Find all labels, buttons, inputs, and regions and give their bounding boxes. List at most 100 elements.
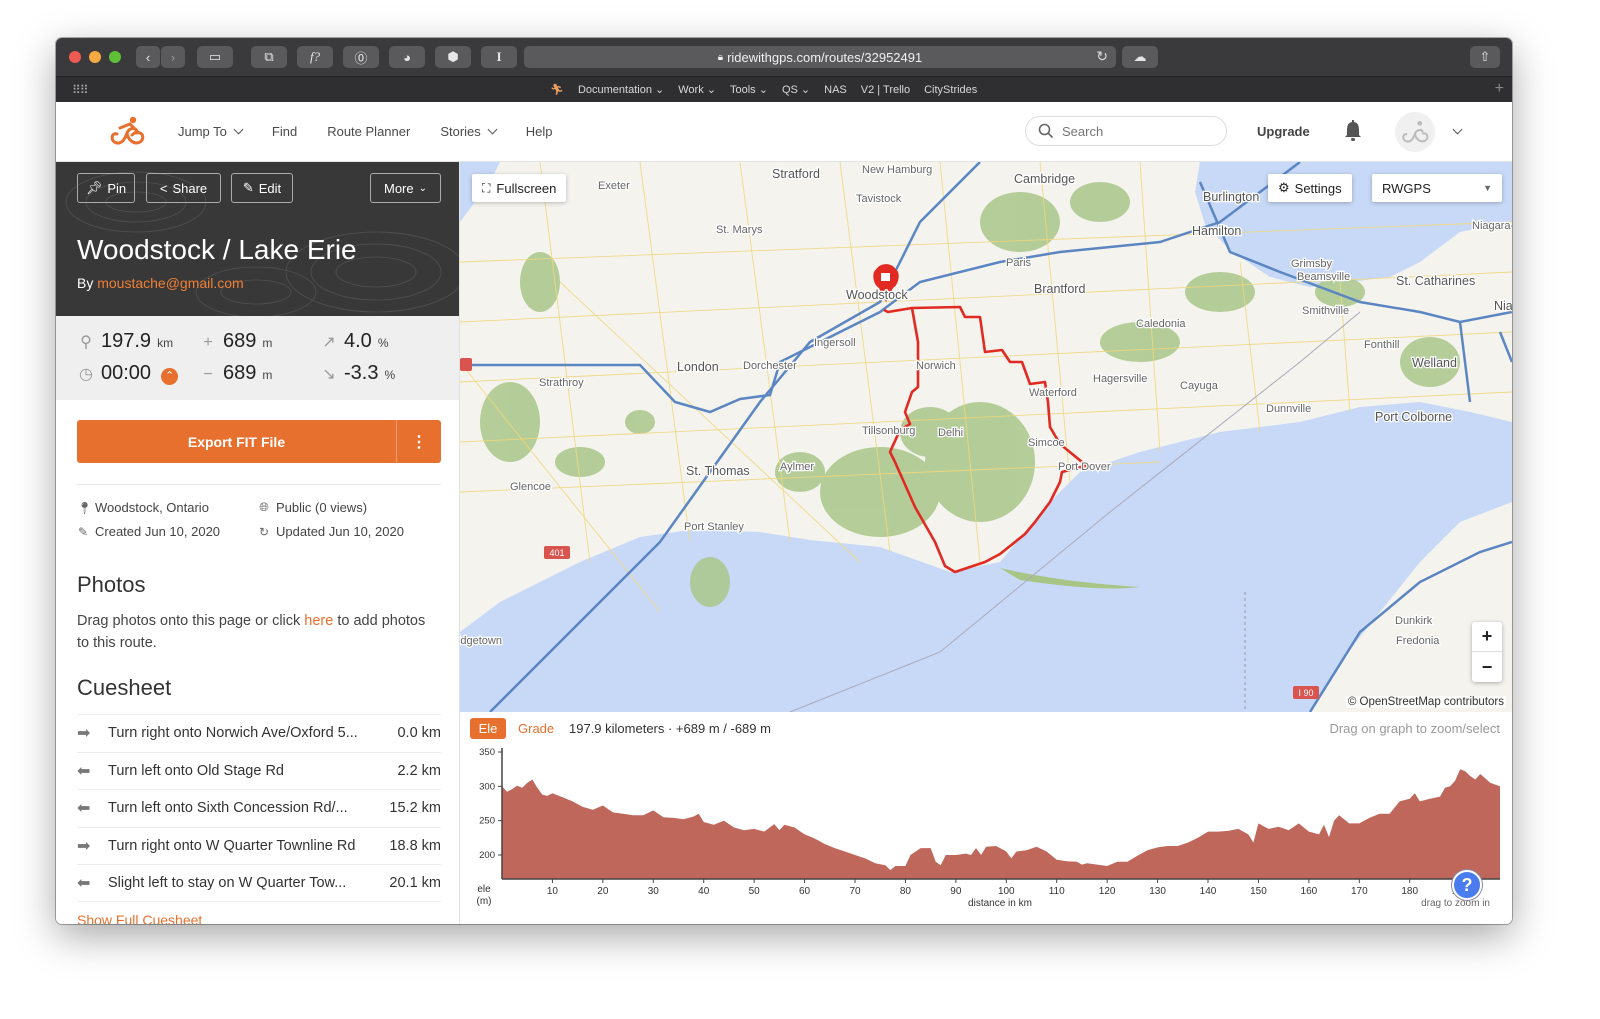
svg-text:Dunkirk: Dunkirk [1395,615,1433,627]
add-photos-link[interactable]: here [304,613,333,629]
cue-item[interactable]: ⬅ Slight left to stay on W Quarter Tow...… [77,864,441,902]
svg-text:Niagara-on-the-Lake: Niagara-on-the-Lake [1472,220,1512,232]
show-full-cuesheet-link[interactable]: Show Full Cuesheet [77,912,202,924]
nav-find[interactable]: Find [272,124,297,139]
share-icon: ⇧ [1479,49,1491,64]
cue-item[interactable]: ➡ Turn right onto W Quarter Townline Rd 18… [77,826,441,865]
share-page-button[interactable]: ⇧ [1470,46,1500,68]
address-bar[interactable]: 🔒︎ ridewithgps.com/routes/32952491 ↻ [524,46,1116,68]
elevation-panel: Ele Grade 197.9 kilometers · +689 m / -6… [460,712,1512,924]
divider [77,484,441,485]
upgrade-link[interactable]: Upgrade [1257,124,1310,139]
turn-left-icon: ⬅ [77,762,91,780]
route-title: Woodstock / Lake Erie [77,234,357,265]
search-icon [1038,123,1054,139]
fullscreen-button[interactable]: ⛶ Fullscreen [472,174,567,202]
pin-button[interactable]: 📌︎ Pin [77,173,135,203]
forward-icon: › [170,49,176,65]
maximize-window-button[interactable] [109,51,121,63]
svg-text:Dunnville: Dunnville [1266,403,1311,415]
map-layer-select[interactable]: RWGPS ▼ [1372,174,1502,202]
apps-grid-icon[interactable]: ⠿⠿ [72,83,89,97]
y-tick-label: 200 [479,850,495,861]
zoom-in-button[interactable]: + [1472,622,1502,652]
sidebar-button[interactable]: ▭ [197,46,233,68]
tabs-button[interactable]: ⧉ [251,46,287,68]
rwgps-logo[interactable] [108,116,146,149]
cloud-button[interactable]: ☁ [1122,46,1158,68]
map-attribution[interactable]: © OpenStreetMap contributors [1345,696,1506,708]
cue-item[interactable]: ⬅ Turn left onto Sixth Concession Rd/... 1… [77,789,441,827]
x-tick-label: 50 [749,886,761,897]
photos-heading: Photos [77,572,146,597]
export-options-button[interactable]: ⋮ [396,420,441,463]
search-input[interactable] [1062,123,1212,139]
svg-text:Dorchester: Dorchester [743,360,797,372]
extension-button[interactable]: ◕ [389,46,425,68]
route-stats: ⚲ 197.9 km ◷ 00:00 ⌃ +689 m −689 m ↗ 4.0% ↘ -3.3… [56,316,459,400]
map-settings-button[interactable]: ⚙ Settings [1268,174,1352,202]
svg-text:Strathroy: Strathroy [539,377,584,389]
y-tick-label: 300 [479,781,495,792]
nav-jump-to[interactable]: Jump To [178,124,244,139]
notifications-button[interactable] [1343,120,1363,145]
x-tick-label: 90 [950,886,962,897]
cuesheet-list: ➡ Turn right onto Norwich Ave/Oxford 5...… [77,714,441,902]
browser-window: ‹ › ▭ ⧉ f? ⓪ ◕ ⬢ I 🔒︎ ridewithgps.com/ro… [56,38,1512,924]
bookmark-nas[interactable]: NAS [824,84,847,96]
svg-text:Port Colborne: Port Colborne [1375,410,1452,424]
svg-text:Cayuga: Cayuga [1180,380,1219,392]
close-window-button[interactable] [69,51,81,63]
help-button[interactable]: ? [1452,870,1482,900]
cue-item[interactable]: ⬅ Turn left onto Old Stage Rd 2.2 km [77,751,441,790]
arrow-down-right-icon: ↘ [322,366,336,383]
search-box[interactable] [1025,116,1227,146]
map-canvas[interactable]: 401 I 90 Stratford New Hamburg Exeter Ta… [460,162,1512,712]
forward-button[interactable]: › [161,46,185,68]
dropdown-arrow-icon: ▼ [1483,183,1492,193]
zoom-out-button[interactable]: − [1472,652,1502,682]
more-button[interactable]: More ⌄ [370,173,441,203]
route-map[interactable]: 401 I 90 Stratford New Hamburg Exeter Ta… [460,162,1512,712]
bookmark-tools[interactable]: Tools ⌄ [730,83,768,96]
export-fit-button[interactable]: Export FIT File [77,420,396,463]
back-button[interactable]: ‹ [136,46,160,68]
svg-text:Welland: Welland [1412,356,1457,370]
new-tab-icon[interactable]: + [1495,80,1504,98]
minimize-window-button[interactable] [89,51,101,63]
account-menu-chevron[interactable] [1452,124,1463,135]
nav-route-planner[interactable]: Route Planner [327,124,410,139]
edit-button[interactable]: ✎ Edit [231,173,293,203]
bookmark-qs[interactable]: QS ⌄ [782,83,810,96]
bookmark-citystrides[interactable]: CityStrides [924,84,977,96]
stat-time: ◷ 00:00 ⌃ [77,362,179,385]
kebab-icon: ⋮ [411,433,427,451]
bookmark-trello[interactable]: V2 | Trello [861,84,910,96]
elevation-chart[interactable]: 200 250 300 350 10 20 30 40 50 60 70 80 90 100 110 120… [460,712,1512,924]
user-avatar[interactable] [1395,112,1435,152]
y-tick-label: 350 [479,747,495,758]
bookmark-work[interactable]: Work ⌄ [678,83,716,96]
cuesheet-heading: Cuesheet [77,675,172,700]
cue-item[interactable]: ➡ Turn right onto Norwich Ave/Oxford 5...… [77,714,441,752]
box-button[interactable]: ⬢ [435,46,471,68]
bookmark-documentation[interactable]: Documentation ⌄ [578,83,664,96]
elevation-area[interactable] [502,769,1500,879]
x-tick-label: 80 [900,886,912,897]
reload-icon[interactable]: ↻ [1096,48,1108,65]
cursor-button[interactable]: I [481,46,517,68]
time-toggle-icon[interactable]: ⌃ [161,368,179,385]
svg-text:Fredonia: Fredonia [1396,635,1440,647]
author-link[interactable]: moustache@gmail.com [97,275,244,291]
x-tick-label: 150 [1250,886,1267,897]
runner-icon[interactable]: 🏃︎ [550,83,564,96]
chevron-down-icon [233,124,244,135]
nav-stories[interactable]: Stories [440,124,498,139]
x-tick-label: 70 [849,886,861,897]
fullscreen-icon: ⛶ [482,180,491,195]
nav-help[interactable]: Help [526,124,553,139]
share-button[interactable]: < Share [146,173,221,203]
chevron-down-icon: ⌄ [418,182,427,194]
formula-button[interactable]: f? [297,46,333,68]
onepassword-button[interactable]: ⓪ [343,46,379,68]
